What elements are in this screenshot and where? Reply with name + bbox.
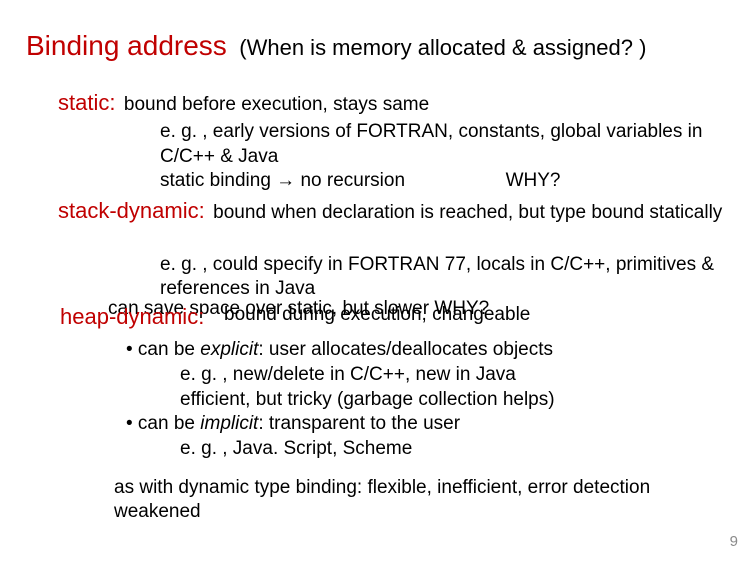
static-head: static:	[58, 90, 115, 115]
bullet-implicit: • can be implicit: transparent to the us…	[126, 412, 730, 437]
slide-title: Binding address	[26, 30, 227, 61]
static-line-recursion: static binding → no recursion WHY?	[110, 169, 730, 194]
stackdyn-head: stack-dynamic:	[58, 198, 205, 223]
stackdyn-desc: bound when declaration is reached, but t…	[213, 202, 722, 223]
bullet-explicit-eg: e. g. , new/delete in C/C++, new in Java	[180, 363, 730, 388]
section-heap-dynamic: can save space over static, but slower W…	[60, 302, 730, 328]
heapdyn-bullets: • can be explicit: user allocates/deallo…	[126, 338, 730, 461]
stackdyn-example: e. g. , could specify in FORTRAN 77, loc…	[110, 228, 730, 302]
bullet-explicit-note: efficient, but tricky (garbage collectio…	[180, 388, 730, 413]
heapdyn-head: heap-dynamic:	[60, 304, 204, 330]
bullet-explicit: • can be explicit: user allocates/deallo…	[126, 338, 730, 363]
footer-note: as with dynamic type binding: flexible, …	[114, 476, 730, 525]
slide-subtitle: (When is memory allocated & assigned? )	[239, 35, 646, 60]
bullet-implicit-eg: e. g. , Java. Script, Scheme	[180, 437, 730, 462]
section-stack-dynamic: stack-dynamic: bound when declaration is…	[58, 198, 730, 224]
page-number: 9	[730, 533, 738, 550]
static-why: WHY?	[506, 170, 561, 191]
heapdyn-desc: bound during execution, changeable	[224, 304, 530, 326]
static-desc: bound before execution, stays same	[124, 94, 429, 115]
title-row: Binding address (When is memory allocate…	[26, 30, 730, 62]
section-static: static: bound before execution, stays sa…	[58, 90, 730, 116]
static-line-example: e. g. , early versions of FORTRAN, const…	[110, 120, 730, 169]
slide-body: Binding address (When is memory allocate…	[0, 0, 756, 525]
